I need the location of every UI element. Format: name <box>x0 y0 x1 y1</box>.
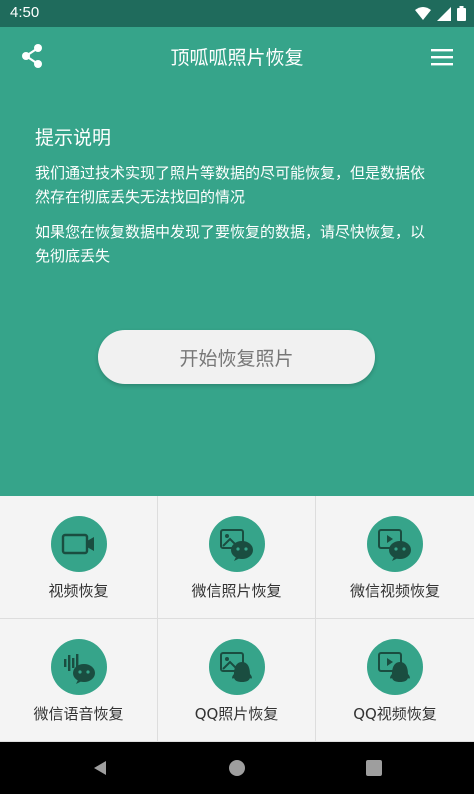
tips-paragraph-2: 如果您在恢复数据中发现了要恢复的数据，请尽快恢复，以免彻底丢失 <box>35 223 426 265</box>
home-icon[interactable] <box>229 760 245 776</box>
recovery-options-grid: 视频恢复 微信照片恢复 微信视频恢复 微信语音恢复 QQ照片恢复 QQ视频恢复 <box>0 496 474 742</box>
video-camera-icon <box>61 533 94 555</box>
grid-item-wechat-video-recovery[interactable]: 微信视频恢复 <box>316 496 474 619</box>
tips-paragraph-1: 我们通过技术实现了照片等数据的尽可能恢复，但是数据依然存在彻底丢失无法找回的情况 <box>35 164 426 206</box>
signal-icon <box>437 6 451 21</box>
grid-item-label: QQ照片恢复 <box>194 705 279 723</box>
hero-panel: 顶呱呱照片恢复 提示说明 我们通过技术实现了照片等数据的尽可能恢复，但是数据依然… <box>0 27 474 496</box>
menu-button[interactable] <box>428 45 456 69</box>
back-icon[interactable] <box>92 760 108 776</box>
grid-item-qq-video-recovery[interactable]: QQ视频恢复 <box>316 619 474 742</box>
grid-item-qq-photo-recovery[interactable]: QQ照片恢复 <box>158 619 316 742</box>
grid-item-label: 微信照片恢复 <box>191 582 282 600</box>
grid-item-wechat-voice-recovery[interactable]: 微信语音恢复 <box>0 619 158 742</box>
app-title: 顶呱呱照片恢复 <box>170 47 304 69</box>
qq-video-icon <box>378 652 410 682</box>
wechat-voice-icon <box>63 654 95 684</box>
wechat-video-icon <box>378 529 411 561</box>
grid-item-label: 视频恢复 <box>48 582 109 600</box>
status-icons <box>415 5 466 22</box>
wifi-icon <box>415 6 431 20</box>
wechat-photo-icon <box>219 529 253 561</box>
grid-item-label: QQ视频恢复 <box>353 705 437 723</box>
grid-item-wechat-photo-recovery[interactable]: 微信照片恢复 <box>158 496 316 619</box>
grid-item-label: 微信语音恢复 <box>33 705 124 723</box>
grid-item-video-recovery[interactable]: 视频恢复 <box>0 496 158 619</box>
battery-icon <box>457 6 466 21</box>
status-bar: 4:50 <box>0 0 474 27</box>
start-recovery-button[interactable]: 开始恢复照片 <box>98 330 375 384</box>
tips-title: 提示说明 <box>35 127 112 149</box>
grid-item-label: 微信视频恢复 <box>349 582 440 600</box>
menu-icon <box>431 49 453 66</box>
recents-icon[interactable] <box>366 760 382 776</box>
qq-photo-icon <box>219 652 252 682</box>
status-time: 4:50 <box>10 4 40 21</box>
navigation-bar <box>0 742 474 794</box>
